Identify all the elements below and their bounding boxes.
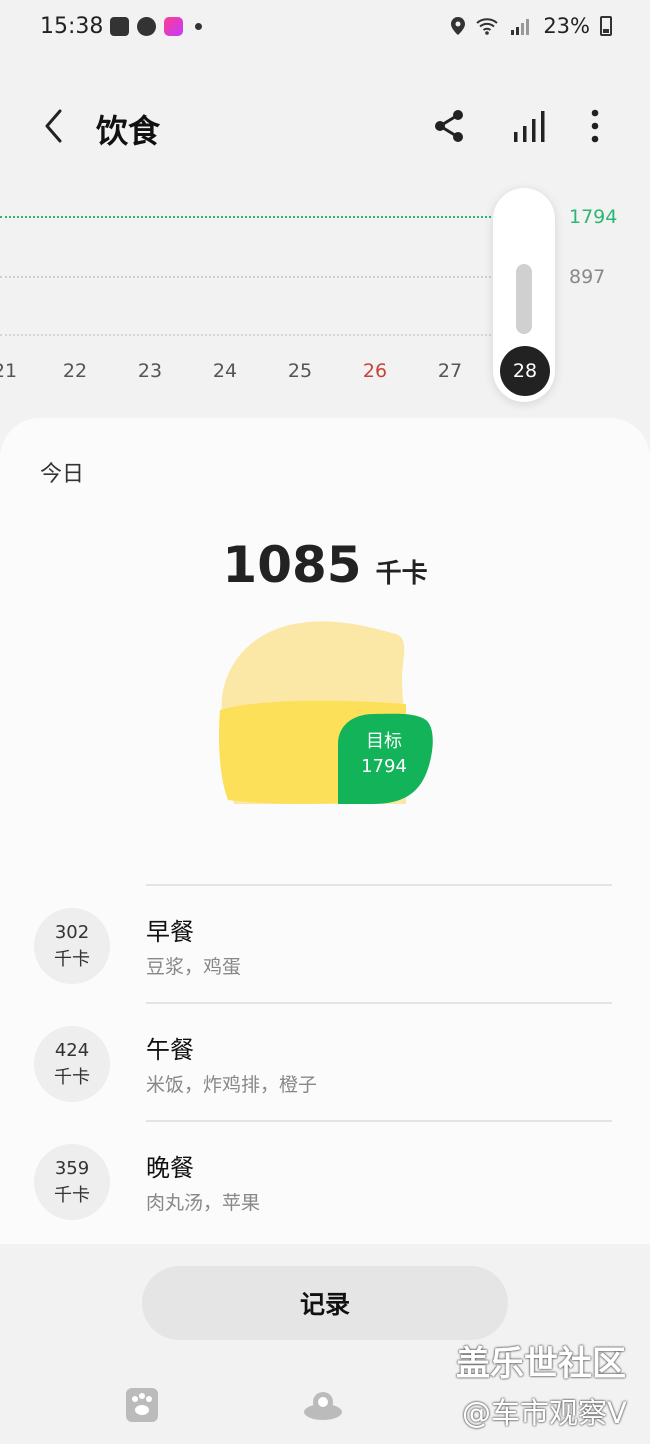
day-label-23[interactable]: 23 bbox=[130, 360, 170, 382]
share-button[interactable] bbox=[430, 106, 470, 146]
card-title: 今日 bbox=[40, 462, 85, 487]
total-unit: 千卡 bbox=[375, 559, 428, 589]
meal-name: 早餐 bbox=[146, 918, 194, 946]
total-value: 1085 bbox=[222, 536, 362, 594]
meal-kcal-badge: 424 千卡 bbox=[34, 1026, 110, 1102]
selected-day[interactable]: 28 bbox=[500, 346, 550, 396]
day-label-26[interactable]: 26 bbox=[355, 360, 395, 382]
page-title: 饮食 bbox=[96, 112, 161, 150]
day-label-24[interactable]: 24 bbox=[205, 360, 245, 382]
food-bowl-icon[interactable] bbox=[302, 1384, 344, 1424]
goal-axis-label: 1794 bbox=[569, 206, 618, 228]
check-icon bbox=[137, 17, 156, 36]
today-card: 今日 1085 千卡 目标 1794 302 千卡 早餐 豆浆，鸡蛋 424 千卡 午餐 米饭，… bbox=[0, 418, 650, 1244]
goal-line bbox=[0, 216, 495, 218]
low-gridline bbox=[0, 334, 495, 336]
mid-axis-label: 897 bbox=[569, 266, 606, 288]
goal-value: 1794 bbox=[361, 755, 407, 777]
meal-kcal-unit: 千卡 bbox=[54, 949, 90, 970]
more-vertical-icon bbox=[591, 109, 599, 143]
status-bar: 15:38 23% bbox=[0, 0, 650, 58]
day-label-22[interactable]: 22 bbox=[55, 360, 95, 382]
meal-item[interactable]: 359 千卡 晚餐肉丸汤，苹果 bbox=[0, 1122, 650, 1238]
battery-icon bbox=[600, 16, 612, 36]
record-button[interactable]: 记录 bbox=[142, 1266, 508, 1340]
battery-percent: 23% bbox=[543, 14, 590, 38]
meal-kcal-badge: 359 千卡 bbox=[34, 1144, 110, 1220]
meal-kcal-unit: 千卡 bbox=[54, 1067, 90, 1088]
meal-item[interactable]: 424 千卡 午餐米饭，炸鸡排，橙子 bbox=[0, 1004, 650, 1120]
day-label-27[interactable]: 27 bbox=[430, 360, 470, 382]
meal-kcal-value: 424 bbox=[54, 1040, 90, 1061]
share-icon bbox=[435, 110, 463, 142]
meal-kcal-value: 302 bbox=[54, 922, 90, 943]
stats-button[interactable] bbox=[510, 106, 550, 146]
more-notifications-dot bbox=[195, 23, 202, 30]
gallery-icon bbox=[110, 17, 129, 36]
shop-icon bbox=[164, 17, 183, 36]
notification-icons bbox=[110, 17, 202, 36]
location-icon bbox=[451, 17, 466, 35]
wifi-icon bbox=[476, 18, 498, 35]
goal-label: 目标 bbox=[366, 730, 402, 752]
more-options-button[interactable] bbox=[578, 106, 612, 146]
meal-item[interactable]: 302 千卡 早餐豆浆，鸡蛋 bbox=[0, 886, 650, 1002]
meal-kcal-value: 359 bbox=[54, 1158, 90, 1179]
day-label-21[interactable]: 21 bbox=[0, 360, 25, 382]
meal-kcal-badge: 302 千卡 bbox=[34, 908, 110, 984]
meal-foods: 肉丸汤，苹果 bbox=[146, 1192, 261, 1214]
meal-name: 午餐 bbox=[146, 1036, 194, 1064]
meal-foods: 豆浆，鸡蛋 bbox=[146, 956, 242, 978]
signal-icon bbox=[511, 19, 530, 35]
system-icons: 23% bbox=[451, 14, 612, 38]
meal-name: 晚餐 bbox=[146, 1154, 194, 1182]
goal-badge: 目标 1794 bbox=[335, 706, 433, 801]
watermark-title: 盖乐世社区 bbox=[456, 1344, 626, 1384]
meal-foods: 米饭，炸鸡排，橙子 bbox=[146, 1074, 318, 1096]
daily-calorie-chart[interactable]: 1794 897 21 22 23 24 25 26 27 28 bbox=[0, 180, 650, 410]
status-time: 15:38 bbox=[40, 14, 104, 39]
app-header: 饮食 bbox=[0, 90, 650, 166]
back-button[interactable] bbox=[34, 104, 74, 148]
mid-gridline bbox=[0, 276, 495, 278]
bar-chart-icon bbox=[514, 111, 545, 142]
watermark-handle: @车市观察V bbox=[462, 1396, 627, 1430]
paw-icon[interactable] bbox=[124, 1384, 160, 1424]
selected-day-bar bbox=[516, 264, 532, 334]
total-calories: 1085 千卡 bbox=[0, 536, 650, 594]
chevron-left-icon bbox=[45, 109, 62, 143]
meal-kcal-unit: 千卡 bbox=[54, 1185, 90, 1206]
day-label-25[interactable]: 25 bbox=[280, 360, 320, 382]
